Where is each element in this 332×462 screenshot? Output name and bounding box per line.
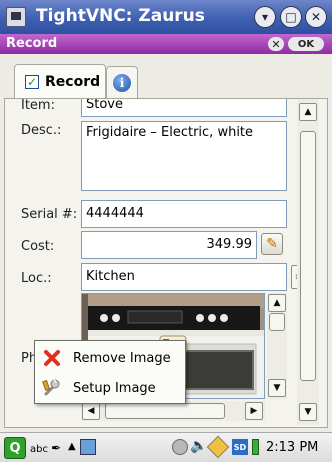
desc-label: Desc.: <box>21 123 62 138</box>
item-label: Item: <box>21 98 55 113</box>
image-context-menu: Remove Image Setup Image <box>34 340 186 404</box>
menu-down-icon[interactable]: ▾ <box>254 6 276 28</box>
info-icon: i <box>113 73 131 92</box>
pen-icon: ✒ <box>51 441 62 455</box>
item-field[interactable]: Stove <box>81 99 287 117</box>
vnc-app-icon <box>6 7 26 27</box>
check-icon: ✓ <box>25 74 39 89</box>
photo-scroll-right-icon[interactable]: ▶ <box>245 402 263 420</box>
dialog-title: Record <box>6 36 58 51</box>
photo-scroll-up-icon[interactable]: ▲ <box>268 294 286 312</box>
dialog-close-button[interactable]: ✕ <box>268 37 284 51</box>
dialog-ok-button[interactable]: OK <box>288 37 324 51</box>
maximize-icon[interactable]: □ <box>280 6 302 28</box>
up-arrow-icon[interactable]: ▲ <box>68 441 76 452</box>
menu-item-remove-image[interactable]: Remove Image <box>35 343 185 373</box>
window-title: TightVNC: Zaurus <box>36 6 205 26</box>
clock[interactable]: 2:13 PM <box>266 440 318 455</box>
loc-field[interactable]: Kitchen <box>81 263 287 291</box>
cost-label: Cost: <box>21 239 55 254</box>
wrench-icon <box>41 377 63 399</box>
app-window-icon[interactable] <box>80 439 96 455</box>
speaker-icon[interactable]: 🔈 <box>190 438 207 454</box>
loc-label: Loc.: <box>21 271 52 286</box>
close-window-icon[interactable]: ✕ <box>305 6 327 28</box>
serial-label: Serial #: <box>21 207 78 222</box>
form-scroll-down-icon[interactable]: ▼ <box>299 403 317 421</box>
start-menu-icon[interactable]: Q <box>4 437 26 459</box>
taskbar: Q abc ✒ ▲ 🔈 SD 2:13 PM <box>0 432 332 462</box>
edit-cost-pencil-icon[interactable]: ✎ <box>261 233 283 255</box>
form-scroll-up-icon[interactable]: ▲ <box>299 103 317 121</box>
photo-hscrollbar[interactable]: ◀ ▶ <box>81 401 265 421</box>
desc-field[interactable]: Frigidaire – Electric, white <box>81 121 287 191</box>
red-x-icon <box>41 347 63 369</box>
tab-record-label: Record <box>45 73 101 90</box>
menu-item-setup-image-label: Setup Image <box>73 380 156 396</box>
battery-icon[interactable] <box>252 439 259 455</box>
menu-item-setup-image[interactable]: Setup Image <box>35 373 185 403</box>
menu-item-remove-image-label: Remove Image <box>73 350 171 366</box>
gear-status-icon[interactable] <box>172 439 188 455</box>
form-vscrollbar[interactable]: ▲ ▼ <box>297 99 319 425</box>
tab-info[interactable]: i <box>106 66 138 98</box>
network-icon[interactable] <box>206 435 230 459</box>
cost-field[interactable]: 349.99 <box>81 231 257 259</box>
dialog-header: Record ✕ OK <box>0 34 332 54</box>
ime-indicator[interactable]: abc ✒ <box>30 441 61 455</box>
serial-field[interactable]: 4444444 <box>81 200 287 228</box>
photo-vscrollbar[interactable]: ▲ ▼ <box>267 293 287 399</box>
photo-scroll-left-icon[interactable]: ◀ <box>82 402 100 420</box>
photo-vscroll-thumb[interactable] <box>269 313 285 331</box>
photo-hscroll-thumb[interactable] <box>105 403 225 419</box>
sd-card-icon[interactable]: SD <box>232 439 248 455</box>
photo-scroll-down-icon[interactable]: ▼ <box>268 379 286 397</box>
ime-label: abc <box>30 444 48 455</box>
form-vscroll-thumb[interactable] <box>300 131 316 381</box>
tab-record[interactable]: ✓ Record <box>14 64 106 98</box>
window-title-bar: TightVNC: Zaurus ▾ □ ✕ <box>0 0 332 34</box>
